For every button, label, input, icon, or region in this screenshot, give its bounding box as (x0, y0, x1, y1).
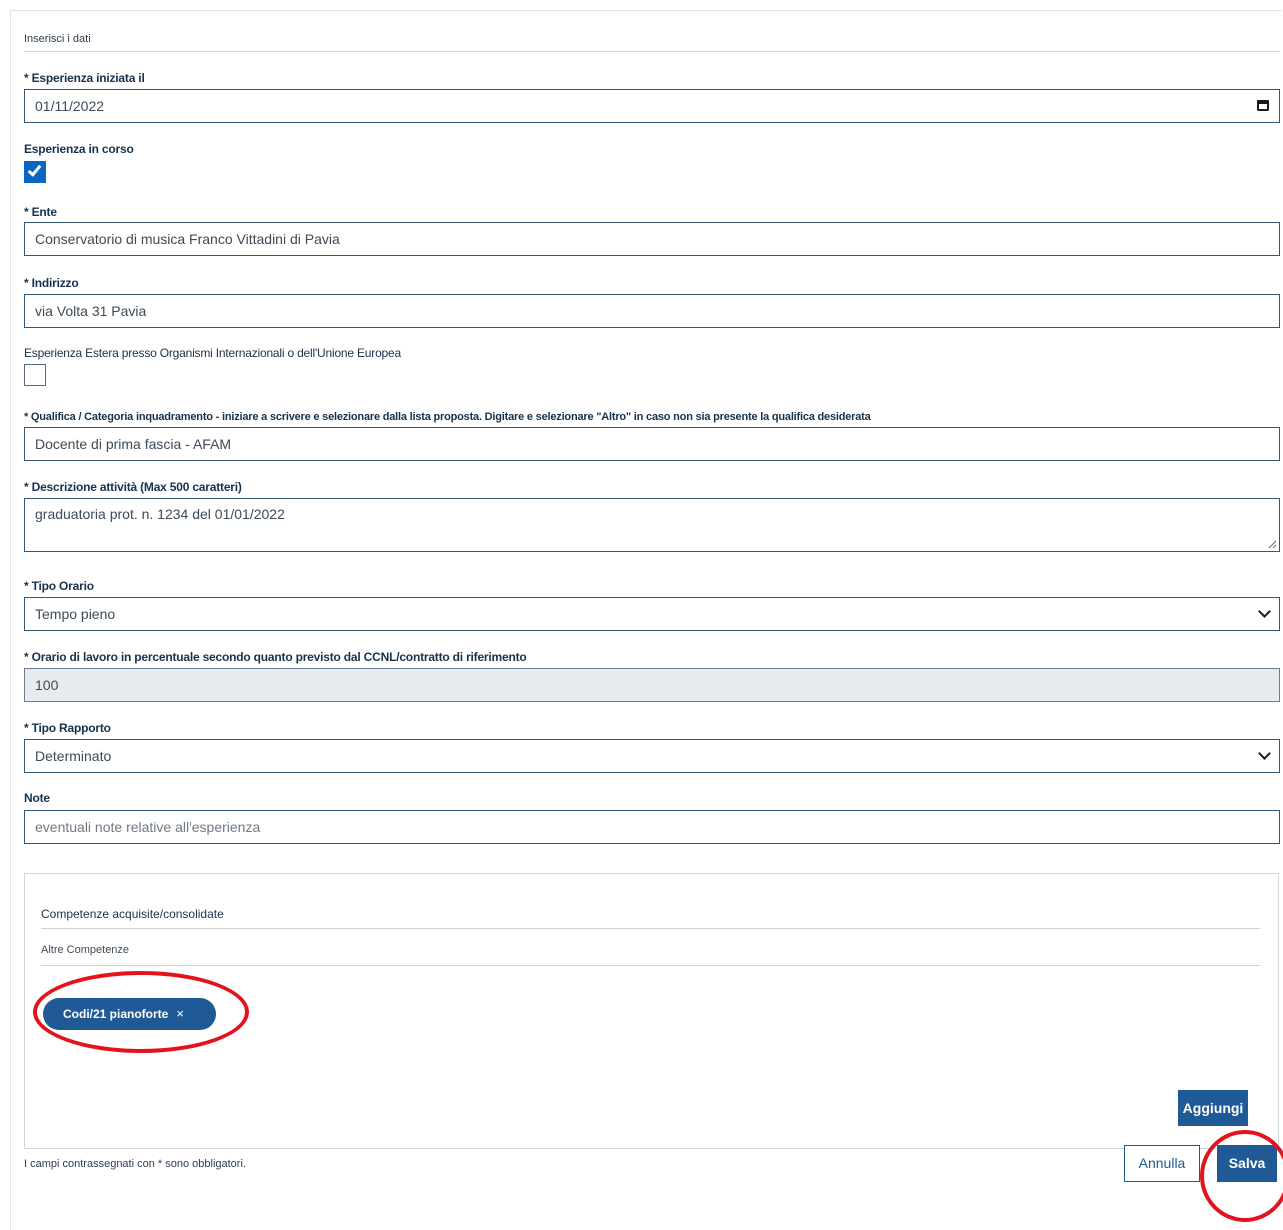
ente-input[interactable]: Conservatorio di musica Franco Vittadini… (24, 222, 1280, 256)
required-fields-note: I campi contrassegnati con * sono obblig… (24, 1158, 246, 1170)
estera-checkbox[interactable] (24, 364, 46, 386)
note-label: Note (24, 791, 50, 805)
section-divider (24, 51, 1280, 52)
qualifica-input[interactable]: Docente di prima fascia - AFAM (24, 427, 1280, 461)
aggiungi-button[interactable]: Aggiungi (1178, 1090, 1248, 1126)
start-date-value: 01/11/2022 (35, 98, 105, 114)
close-icon[interactable]: × (176, 1006, 184, 1021)
section-title: Inserisci i dati (24, 33, 91, 45)
start-date-input[interactable]: 01/11/2022 (24, 89, 1280, 123)
start-date-label: * Esperienza iniziata il (24, 71, 145, 85)
competenze-title: Competenze acquisite/consolidate (41, 907, 224, 921)
chevron-down-icon (1258, 605, 1271, 618)
in-progress-checkbox[interactable] (24, 161, 46, 183)
annulla-button[interactable]: Annulla (1124, 1145, 1200, 1182)
competenza-chip[interactable]: Codi/21 pianoforte × (43, 998, 216, 1030)
calendar-icon[interactable] (1257, 100, 1269, 111)
descrizione-value: graduatoria prot. n. 1234 del 01/01/2022 (35, 506, 285, 522)
tipo-rapporto-value: Determinato (35, 748, 112, 764)
qualifica-label: * Qualifica / Categoria inquadramento - … (24, 411, 871, 423)
in-progress-label: Esperienza in corso (24, 142, 134, 156)
checkmark-icon (27, 162, 42, 177)
indirizzo-label: * Indirizzo (24, 276, 79, 290)
tipo-orario-value: Tempo pieno (35, 606, 116, 622)
tipo-orario-label: * Tipo Orario (24, 579, 94, 593)
percentuale-input: 100 (24, 668, 1280, 702)
tipo-rapporto-label: * Tipo Rapporto (24, 721, 111, 735)
resize-handle-icon[interactable] (1267, 539, 1277, 549)
ente-label: * Ente (24, 205, 57, 219)
altre-competenze-label: Altre Competenze (41, 944, 130, 956)
altre-competenze-divider (41, 965, 1260, 966)
competenze-panel: Competenze acquisite/consolidate Altre C… (24, 873, 1279, 1149)
percentuale-label: * Orario di lavoro in percentuale second… (24, 650, 527, 664)
estera-label: Esperienza Estera presso Organismi Inter… (24, 346, 401, 360)
competenze-divider (41, 928, 1260, 929)
salva-button[interactable]: Salva (1217, 1145, 1277, 1182)
descrizione-label: * Descrizione attività (Max 500 caratter… (24, 480, 242, 494)
chip-label: Codi/21 pianoforte (63, 1007, 169, 1021)
tipo-orario-select[interactable]: Tempo pieno (24, 597, 1280, 631)
indirizzo-input[interactable]: via Volta 31 Pavia (24, 294, 1280, 328)
chevron-down-icon (1258, 747, 1271, 760)
descrizione-textarea[interactable]: graduatoria prot. n. 1234 del 01/01/2022 (24, 498, 1280, 552)
tipo-rapporto-select[interactable]: Determinato (24, 739, 1280, 773)
note-input[interactable]: eventuali note relative all'esperienza (24, 810, 1280, 844)
